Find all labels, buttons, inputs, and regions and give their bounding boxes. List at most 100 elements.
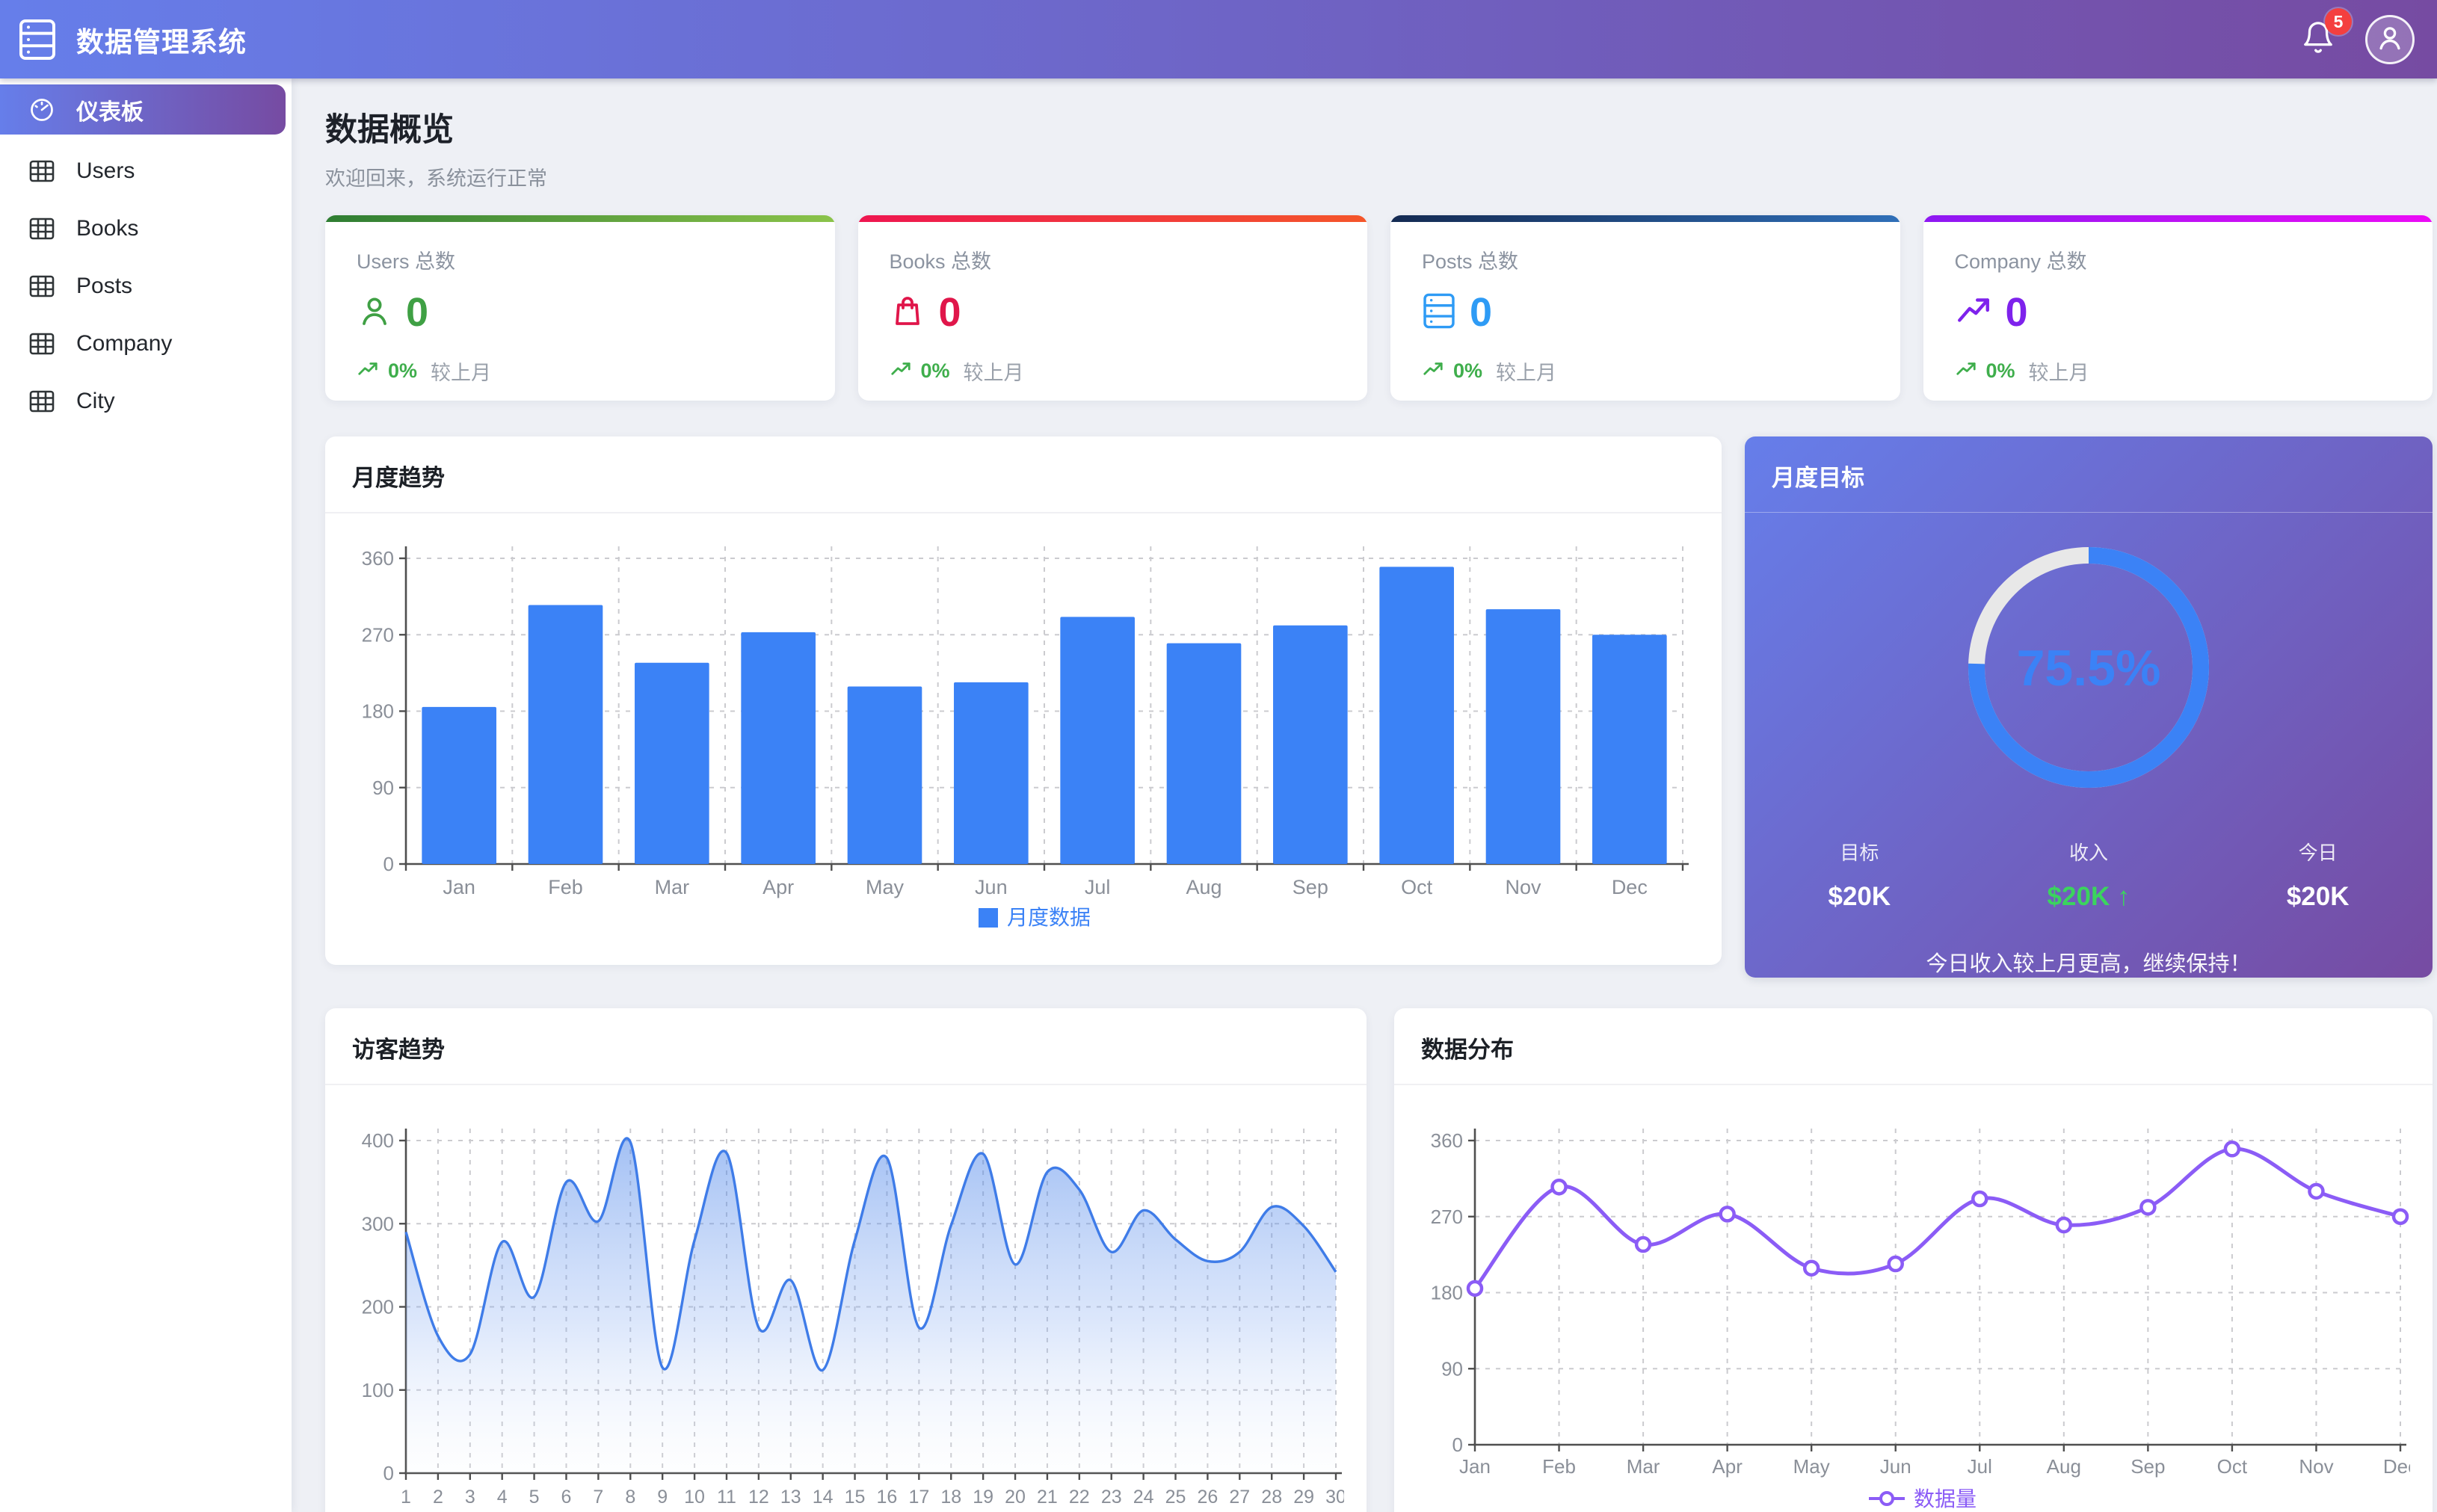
svg-text:180: 180 [362, 700, 394, 723]
app-title: 数据管理系统 [76, 19, 247, 60]
stat-label: Posts 总数 [1422, 245, 1869, 274]
goal-percent: 75.5% [2017, 640, 2161, 697]
stat-value: 0 [1470, 292, 1492, 333]
goal-message: 今日收入较上月更高，继续保持！ [1926, 946, 2251, 978]
goal-stat-label: 目标 [1745, 838, 1974, 865]
svg-text:Aug: Aug [2047, 1455, 2081, 1478]
svg-text:Oct: Oct [2217, 1455, 2248, 1478]
gauge-icon [28, 96, 55, 123]
data-distribution-card: 数据分布 090180270360JanFebMarAprMayJunJulAu… [1394, 1008, 2433, 1512]
svg-text:Oct: Oct [1401, 876, 1433, 898]
stat-label: Users 总数 [357, 245, 804, 274]
sidebar-item-company[interactable]: Company [0, 315, 292, 372]
svg-text:Apr: Apr [1712, 1455, 1743, 1478]
sidebar-item-label: Books [76, 216, 138, 241]
goal-donut-chart: 75.5% [1965, 544, 2212, 794]
svg-text:Jul: Jul [1968, 1455, 1992, 1478]
user-avatar[interactable] [2365, 15, 2415, 64]
svg-text:Feb: Feb [548, 876, 583, 898]
goal-stat-label: 今日 [2203, 838, 2433, 865]
svg-text:Jul: Jul [1085, 876, 1111, 898]
user-icon [2373, 21, 2406, 58]
trend-percent: 0% [921, 360, 950, 383]
card-title: 月度趋势 [352, 465, 445, 491]
svg-text:月度数据: 月度数据 [1007, 906, 1091, 929]
monthly-goal-card: 月度目标 75.5% 目标 $20K 收入 $20K ↑ [1745, 436, 2433, 978]
svg-text:0: 0 [383, 853, 394, 875]
svg-text:0: 0 [1452, 1434, 1463, 1456]
table-icon [28, 217, 55, 240]
sidebar-item-label: City [76, 389, 115, 414]
server-icon [1422, 292, 1456, 333]
svg-text:12: 12 [748, 1487, 769, 1508]
svg-text:May: May [866, 876, 905, 898]
sidebar-item-label: Users [76, 158, 135, 184]
stats-row: Users 总数 0 [325, 215, 2433, 401]
svg-text:Sep: Sep [1293, 876, 1328, 898]
svg-text:19: 19 [973, 1487, 993, 1508]
svg-text:Mar: Mar [655, 876, 690, 898]
svg-text:25: 25 [1165, 1487, 1186, 1508]
svg-text:Feb: Feb [1542, 1455, 1576, 1478]
svg-text:26: 26 [1198, 1487, 1218, 1508]
user-icon [357, 293, 392, 333]
stat-card-users: Users 总数 0 [325, 215, 835, 401]
svg-text:29: 29 [1293, 1487, 1314, 1508]
svg-text:270: 270 [362, 623, 394, 646]
accent-strip [1390, 215, 1900, 222]
sidebar-item-posts[interactable]: Posts [0, 257, 292, 315]
svg-text:8: 8 [625, 1487, 635, 1508]
svg-text:Dec: Dec [2383, 1455, 2410, 1478]
chart-legend[interactable]: 数据量 [1869, 1487, 1977, 1511]
trending-up-icon [890, 358, 912, 384]
svg-text:14: 14 [813, 1487, 834, 1508]
svg-text:11: 11 [717, 1487, 736, 1508]
svg-text:Jan: Jan [1459, 1455, 1491, 1478]
archive-logo-icon [18, 18, 57, 61]
svg-text:Jun: Jun [975, 876, 1008, 898]
table-icon [28, 390, 55, 413]
sidebar-item-label: Posts [76, 274, 132, 299]
goal-stat-label: 收入 [1974, 838, 2204, 865]
app-header: 数据管理系统 5 [0, 0, 2437, 78]
svg-text:400: 400 [362, 1129, 394, 1152]
sidebar-item-city[interactable]: City [0, 372, 292, 430]
goal-stat-value: $20K [1745, 882, 1974, 912]
svg-text:30: 30 [1325, 1487, 1344, 1508]
svg-text:270: 270 [1431, 1206, 1463, 1228]
svg-text:Mar: Mar [1627, 1455, 1660, 1478]
accent-strip [858, 215, 1368, 222]
trending-up-icon [357, 358, 379, 384]
trend-percent: 0% [1986, 360, 2015, 383]
svg-text:21: 21 [1037, 1487, 1058, 1508]
sidebar-item-dashboard[interactable]: 仪表板 [0, 84, 286, 135]
monthly-trend-bar-chart: 090180270360JanFebMarAprMayJunJulAugSepO… [348, 525, 1699, 963]
svg-text:1: 1 [401, 1487, 411, 1508]
stat-card-company: Company 总数 0 [1923, 215, 2433, 401]
trend-note: 较上月 [1496, 357, 1556, 386]
chart-legend[interactable]: 月度数据 [979, 906, 1091, 929]
svg-text:数据量: 数据量 [1914, 1487, 1977, 1511]
shopping-bag-icon [890, 293, 925, 333]
svg-text:360: 360 [1431, 1129, 1463, 1152]
svg-text:23: 23 [1101, 1487, 1122, 1508]
svg-text:Jun: Jun [1880, 1455, 1911, 1478]
table-icon [28, 275, 55, 297]
svg-text:Apr: Apr [762, 876, 794, 898]
svg-text:20: 20 [1005, 1487, 1026, 1508]
sidebar-item-users[interactable]: Users [0, 142, 292, 200]
stat-label: Books 总数 [890, 245, 1337, 274]
page-subtitle: 欢迎回来，系统运行正常 [325, 162, 2433, 191]
stat-card-books: Books 总数 0 [858, 215, 1368, 401]
trend-note: 较上月 [431, 357, 491, 386]
notifications-button[interactable]: 5 [2301, 20, 2335, 58]
page-title: 数据概览 [325, 104, 2433, 150]
sidebar-item-books[interactable]: Books [0, 200, 292, 257]
svg-text:9: 9 [657, 1487, 668, 1508]
svg-text:Nov: Nov [1505, 876, 1541, 898]
svg-text:Dec: Dec [1612, 876, 1648, 898]
stat-value: 0 [939, 292, 961, 333]
svg-text:22: 22 [1069, 1487, 1090, 1508]
monthly-trend-card: 月度趋势 090180270360JanFebMarAprMayJunJulAu… [325, 436, 1722, 965]
stat-label: Company 总数 [1955, 245, 2402, 274]
